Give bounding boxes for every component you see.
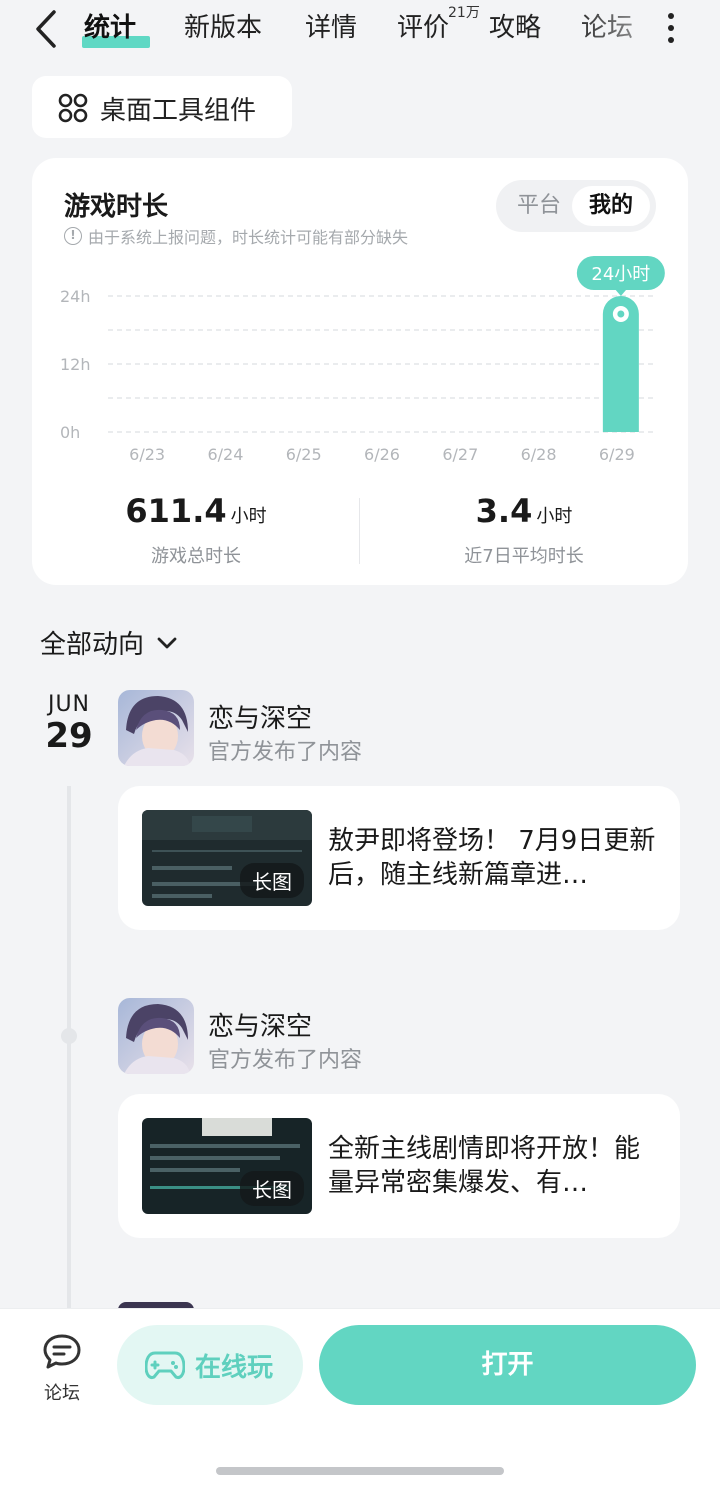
desktop-widget-button[interactable]: 桌面工具组件 <box>32 76 292 138</box>
tab-stats[interactable]: 统计 <box>84 8 136 52</box>
app-page: 统计 新版本 详情 评价 21万 攻略 论坛 桌面工具组件 游戏时长 ! 由于系… <box>0 0 720 1488</box>
post-thumbnail[interactable]: 长图 <box>142 1118 312 1214</box>
top-nav: 统计 新版本 详情 评价 21万 攻略 论坛 <box>0 0 720 60</box>
forum-button-label: 论坛 <box>44 1383 80 1404</box>
y-tick-label: 0h <box>60 423 80 442</box>
more-menu-icon[interactable] <box>664 10 678 44</box>
post-text: 敖尹即将登场！ 7月9日更新后，随主线新篇章进… <box>328 826 656 890</box>
post-card[interactable]: 长图 全新主线剧情即将开放！能量异常密集爆发、有… <box>118 1094 680 1238</box>
post-action: 官方发布了内容 <box>208 1048 363 1073</box>
timeline-line <box>67 786 71 1310</box>
avatar[interactable] <box>118 690 194 766</box>
avg-playtime-value: 3.4 <box>475 492 533 530</box>
reviews-count-badge: 21万 <box>448 5 480 21</box>
data-notice-text: 由于系统上报问题，时长统计可能有部分缺失 <box>88 228 409 247</box>
open-button[interactable]: 打开 <box>319 1325 696 1405</box>
tab-details[interactable]: 详情 <box>305 8 357 52</box>
data-notice: ! 由于系统上报问题，时长统计可能有部分缺失 <box>64 224 408 248</box>
tab-new-version[interactable]: 新版本 <box>184 8 262 52</box>
gamepad-icon <box>145 1351 185 1379</box>
post-card[interactable]: 长图 敖尹即将登场！ 7月9日更新后，随主线新篇章进… <box>118 786 680 930</box>
tab-guides[interactable]: 攻略 <box>489 8 541 52</box>
cloud-play-button[interactable]: 在线玩 <box>117 1325 303 1405</box>
forum-button[interactable]: 论坛 <box>30 1333 94 1405</box>
home-indicator[interactable] <box>216 1467 504 1475</box>
toggle-mine[interactable]: 我的 <box>572 186 650 226</box>
activity-filter-dropdown[interactable]: 全部动向 <box>40 624 178 661</box>
chevron-down-icon <box>157 637 177 648</box>
total-playtime-caption: 游戏总时长 <box>151 546 241 567</box>
desktop-widget-label: 桌面工具组件 <box>100 96 257 126</box>
activity-filter-label: 全部动向 <box>40 630 145 660</box>
x-tick-label: 6/26 <box>364 445 400 464</box>
post-author: 恋与深空 <box>208 704 313 734</box>
post-thumbnail[interactable]: 长图 <box>142 810 312 906</box>
x-tick-label: 6/27 <box>442 445 478 464</box>
post-text: 全新主线剧情即将开放！能量异常密集爆发、有… <box>328 1134 641 1198</box>
feed-date-day: 29 <box>45 716 93 756</box>
cloud-play-label: 在线玩 <box>195 1353 274 1383</box>
bar-top-marker-dot <box>617 310 625 318</box>
info-icon: ! <box>64 227 82 245</box>
x-tick-label: 6/28 <box>521 445 557 464</box>
tab-scroll-fade <box>570 0 650 56</box>
x-tick-label: 6/23 <box>129 445 165 464</box>
avatar[interactable] <box>118 998 194 1074</box>
playtime-card: 游戏时长 ! 由于系统上报问题，时长统计可能有部分缺失 平台 我的 24h 12h… <box>32 158 688 585</box>
post-author: 恋与深空 <box>208 1012 313 1042</box>
y-tick-label: 24h <box>60 287 91 306</box>
feed-date: JUN 29 <box>40 692 98 755</box>
avg-playtime-stat: 3.4 小时 近7日平均时长 <box>360 492 688 568</box>
x-tick-label: 6/24 <box>207 445 243 464</box>
post-header[interactable]: 恋与深空 官方发布了内容 <box>118 998 568 1074</box>
source-toggle: 平台 我的 <box>496 180 656 232</box>
y-tick-label: 12h <box>60 355 91 374</box>
playtime-title: 游戏时长 <box>64 192 169 222</box>
bar-value-label: 24小时 <box>591 264 650 285</box>
toggle-platform[interactable]: 平台 <box>506 186 572 226</box>
playtime-chart: 24h 12h 0h 6/23 6/24 6/25 6/26 6/27 6/28 24小时 6/29 <box>60 256 665 464</box>
avg-playtime-unit: 小时 <box>536 506 573 527</box>
long-image-badge: 长图 <box>240 863 304 898</box>
total-playtime-unit: 小时 <box>230 506 267 527</box>
timeline-dot <box>61 1028 77 1044</box>
bottom-action-bar: 论坛 在线玩 打开 <box>0 1308 720 1488</box>
x-tick-label: 6/25 <box>286 445 322 464</box>
long-image-badge: 长图 <box>240 1171 304 1206</box>
forum-chat-icon <box>43 1334 81 1369</box>
back-arrow-icon[interactable] <box>30 8 64 50</box>
post-action: 官方发布了内容 <box>208 740 363 765</box>
avg-playtime-caption: 近7日平均时长 <box>464 546 584 567</box>
x-tick-label: 6/29 <box>599 445 635 464</box>
bar-value-callout-pointer <box>614 289 627 296</box>
widget-grid-icon <box>58 93 88 123</box>
post-header[interactable]: 恋与深空 官方发布了内容 <box>118 690 568 766</box>
total-playtime-value: 611.4 <box>125 492 227 530</box>
tab-reviews[interactable]: 评价 <box>397 8 449 52</box>
feed-date-month: JUN <box>47 692 91 717</box>
total-playtime-stat: 611.4 小时 游戏总时长 <box>32 492 360 568</box>
